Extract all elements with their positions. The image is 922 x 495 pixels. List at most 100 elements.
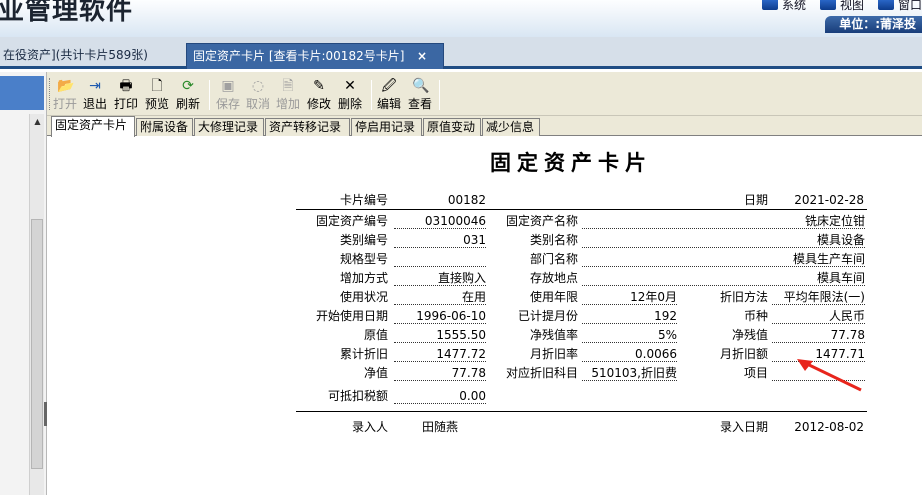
accum-value: 1477.72 xyxy=(394,347,486,362)
location-label: 存放地点 xyxy=(529,271,578,285)
toolbar-separator xyxy=(439,80,440,110)
open-button[interactable]: 📂 打开 xyxy=(50,76,80,114)
status-label: 使用状况 xyxy=(339,290,388,304)
toolbar: 📂 打开 ⇥ 退出 🖶 打印 🗋 预览 ⟳ 刷新 ▣ 保存 ◌ 取消 🗎 增加 ✎ 修改 ✕ 删除 … xyxy=(47,72,922,116)
tab-active-assets[interactable]: 在役资产](共计卡片589张) xyxy=(0,43,154,69)
salvage-rate-label: 净残值率 xyxy=(529,328,578,342)
subtab-overhaul[interactable]: 大修理记录 xyxy=(194,118,264,136)
header-divider xyxy=(296,209,867,210)
scroll-thumb[interactable] xyxy=(31,219,43,469)
view-button[interactable]: 🔍 查看 xyxy=(405,76,435,114)
cancel-icon: ◌ xyxy=(251,78,265,94)
save-icon: ▣ xyxy=(221,78,235,94)
subtab-value-change[interactable]: 原值变动 xyxy=(423,118,481,136)
window-icon xyxy=(877,0,894,10)
open-folder-icon: 📂 xyxy=(57,78,75,94)
depr-method-value: 平均年限法(一) xyxy=(772,290,865,305)
toolbar-separator xyxy=(209,80,210,110)
card-no-value: 00182 xyxy=(447,193,486,207)
original-label: 原值 xyxy=(363,328,388,342)
editor-button[interactable]: 🖉 编辑 xyxy=(374,76,404,114)
menu-view[interactable]: 视图 xyxy=(819,0,864,13)
spec-label: 规格型号 xyxy=(339,252,388,266)
left-panel-header[interactable] xyxy=(0,76,44,110)
salvage-value: 77.78 xyxy=(772,328,865,343)
start-date-label: 开始使用日期 xyxy=(315,309,388,323)
editor-icon: 🖉 xyxy=(381,78,397,94)
view-icon xyxy=(819,0,836,10)
add-icon: 🗎 xyxy=(282,78,294,94)
salvage-rate-value: 5% xyxy=(582,328,677,343)
category-name-value: 模具设备 xyxy=(582,233,865,248)
date-label: 日期 xyxy=(743,193,768,207)
asset-code-label: 固定资产编号 xyxy=(315,214,388,228)
spec-value xyxy=(394,252,486,267)
monthly-rate-label: 月折旧率 xyxy=(529,347,578,361)
app-title: 业管理软件 xyxy=(0,0,134,26)
category-code-value: 031 xyxy=(394,233,486,248)
menu-window[interactable]: 窗口 xyxy=(877,0,922,13)
card-title: 固定资产卡片 xyxy=(490,150,652,175)
depr-method-label: 折旧方法 xyxy=(719,290,768,304)
preview-icon: 🗋 xyxy=(151,78,163,94)
cancel-button[interactable]: ◌ 取消 xyxy=(243,76,273,114)
print-button[interactable]: 🖶 打印 xyxy=(111,76,141,114)
left-panel: ▲ xyxy=(0,72,47,495)
close-icon[interactable]: × xyxy=(417,44,427,68)
original-value: 1555.50 xyxy=(394,328,486,343)
left-panel-scrollbar[interactable]: ▲ xyxy=(29,114,44,495)
card-no-label: 卡片编号 xyxy=(339,193,388,207)
subtab-transfer[interactable]: 资产转移记录 xyxy=(265,118,350,136)
location-value: 模具车间 xyxy=(582,271,865,286)
subtab-accessories[interactable]: 附属设备 xyxy=(136,118,193,136)
category-code-label: 类别编号 xyxy=(339,233,388,247)
project-label: 项目 xyxy=(743,366,768,380)
refresh-button[interactable]: ⟳ 刷新 xyxy=(173,76,203,114)
account-value: 510103,折旧费 xyxy=(582,366,677,381)
department-value: 模具生产车间 xyxy=(582,252,865,267)
asset-code-value: 03100046 xyxy=(394,214,486,229)
arrow-shaft xyxy=(804,361,862,392)
title-bar: 业管理软件 系统 视图 窗口 单位：:莆泽投 xyxy=(0,0,922,37)
add-method-value: 直接购入 xyxy=(394,271,486,286)
entered-date-value: 2012-08-02 xyxy=(794,420,864,434)
subtab-reduction[interactable]: 减少信息 xyxy=(482,118,540,136)
months-label: 已计提月份 xyxy=(517,309,578,323)
salvage-label: 净残值 xyxy=(731,328,768,342)
menu-system[interactable]: 系统 xyxy=(761,0,806,13)
system-icon xyxy=(761,0,778,10)
add-button[interactable]: 🗎 增加 xyxy=(273,76,303,114)
entered-by-label: 录入人 xyxy=(351,420,388,434)
start-date-value: 1996-06-10 xyxy=(394,309,486,324)
net-value: 77.78 xyxy=(394,366,486,381)
delete-button[interactable]: ✕ 删除 xyxy=(335,76,365,114)
view-icon: 🔍 xyxy=(412,78,430,94)
annotation-arrow xyxy=(797,359,862,392)
add-method-label: 增加方式 xyxy=(339,271,388,285)
tax-label: 可抵扣税额 xyxy=(327,389,388,403)
asset-name-label: 固定资产名称 xyxy=(505,214,578,228)
document-tabs: 在役资产](共计卡片589张) 固定资产卡片 [查看卡片:00182号卡片] × xyxy=(0,37,922,69)
life-label: 使用年限 xyxy=(529,290,578,304)
months-value: 192 xyxy=(582,309,677,324)
preview-button[interactable]: 🗋 预览 xyxy=(142,76,172,114)
date-value: 2021-02-28 xyxy=(794,193,864,207)
tab-asset-card-label: 固定资产卡片 [查看卡片:00182号卡片] xyxy=(193,49,405,63)
scroll-up-icon[interactable]: ▲ xyxy=(32,116,43,127)
unit-label: 单位：:莆泽投 xyxy=(825,16,922,33)
exit-icon: ⇥ xyxy=(89,78,101,94)
card-subtabs: 固定资产卡片 附属设备 大修理记录 资产转移记录 停启用记录 原值变动 减少信息 xyxy=(47,116,922,137)
subtab-stop-start[interactable]: 停启用记录 xyxy=(351,118,422,136)
print-icon: 🖶 xyxy=(119,78,133,94)
save-button[interactable]: ▣ 保存 xyxy=(213,76,243,114)
account-label: 对应折旧科目 xyxy=(505,366,578,380)
delete-icon: ✕ xyxy=(344,78,356,94)
exit-button[interactable]: ⇥ 退出 xyxy=(80,76,110,114)
tab-asset-card[interactable]: 固定资产卡片 [查看卡片:00182号卡片] × xyxy=(186,43,444,69)
subtab-asset-card[interactable]: 固定资产卡片 xyxy=(51,116,135,137)
refresh-icon: ⟳ xyxy=(182,78,194,94)
tax-value: 0.00 xyxy=(394,389,486,404)
net-label: 净值 xyxy=(363,366,388,380)
modify-button[interactable]: ✎ 修改 xyxy=(304,76,334,114)
footer-divider xyxy=(296,411,867,412)
